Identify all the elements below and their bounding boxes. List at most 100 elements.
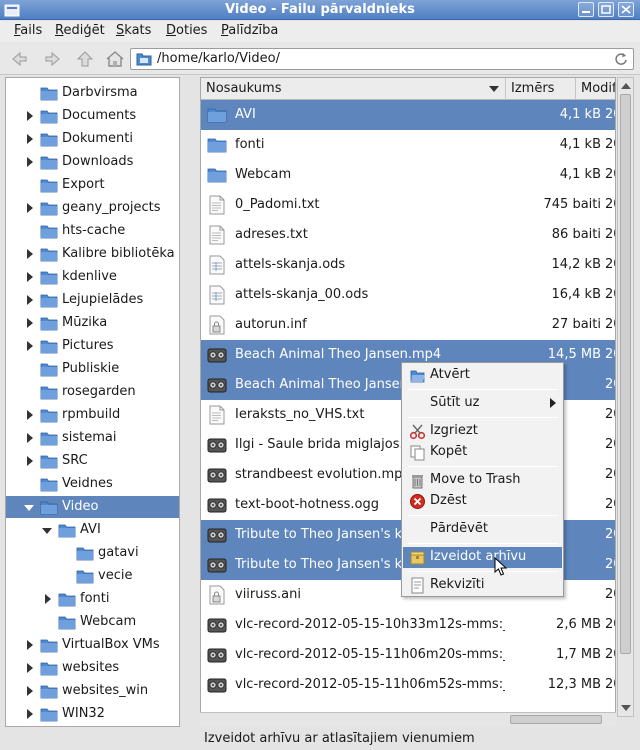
- tree-item-win32[interactable]: WIN32: [6, 703, 179, 725]
- music-folder-icon: [40, 315, 58, 331]
- tree-item-lejupielādes[interactable]: Lejupielādes: [6, 289, 179, 311]
- file-row[interactable]: vlc-record-2012-05-15-10h33m12s-mms:_ 2,6…: [201, 610, 615, 640]
- tree-item-geany-projects[interactable]: geany_projects: [6, 197, 179, 219]
- expand-arrow-icon[interactable]: [26, 456, 34, 466]
- file-row[interactable]: vlc-record-2012-05-15-11h06m20s-mms:_ 1,7…: [201, 640, 615, 670]
- file-row[interactable]: autorun.inf 27 baiti 2010-: [201, 310, 615, 340]
- archive-icon: [410, 551, 425, 565]
- tree-item-fonti[interactable]: fonti: [6, 588, 179, 610]
- tree-item-veidnes[interactable]: Veidnes: [6, 473, 179, 495]
- expand-arrow-icon[interactable]: [26, 318, 34, 328]
- menu-item-dzēst[interactable]: Dzēst: [403, 491, 562, 512]
- tree-item-rosegarden[interactable]: rosegarden: [6, 381, 179, 403]
- back-icon[interactable]: [8, 49, 30, 69]
- menu-palidziba[interactable]: Palīdzība: [221, 23, 278, 38]
- menu-item-rekvizīti[interactable]: Rekvizīti: [403, 575, 562, 596]
- tree-item-video[interactable]: Video: [6, 496, 179, 518]
- tree-item-kdenlive[interactable]: kdenlive: [6, 266, 179, 288]
- mouse-cursor-icon: [494, 557, 508, 576]
- scroll-thumb[interactable]: [620, 94, 631, 654]
- tree-item-sistemai[interactable]: sistemai: [6, 427, 179, 449]
- collapse-arrow-icon[interactable]: [24, 504, 34, 512]
- file-row[interactable]: attels-skanja.ods 14,2 kB 2014-: [201, 250, 615, 280]
- file-row[interactable]: Webcam 4,1 kB 2010-: [201, 160, 615, 190]
- scroll-up-icon[interactable]: [621, 83, 631, 89]
- expand-arrow-icon[interactable]: [26, 640, 34, 650]
- expand-arrow-icon[interactable]: [26, 134, 34, 144]
- tree-item-avi[interactable]: AVI: [6, 519, 179, 541]
- tree-item-pictures[interactable]: Pictures: [6, 335, 179, 357]
- file-name: Beach Animal Theo Jansen.mp4: [235, 347, 442, 362]
- folder-icon: [76, 545, 94, 561]
- tree-item-gatavi[interactable]: gatavi: [6, 542, 179, 564]
- menu-skats[interactable]: Skats: [116, 23, 151, 38]
- file-modified: 2014-: [605, 407, 615, 422]
- column-size[interactable]: Izmērs: [506, 78, 576, 100]
- file-row[interactable]: adreses.txt 86 baiti 2011-: [201, 220, 615, 250]
- menu-item-izveidot-arhīvu[interactable]: Izveidot arhīvu: [403, 547, 562, 568]
- expand-arrow-icon[interactable]: [26, 410, 34, 420]
- tree-item-websites[interactable]: websites: [6, 657, 179, 679]
- expand-arrow-icon[interactable]: [26, 111, 34, 121]
- tree-item-kalibre-bibliotēka[interactable]: Kalibre bibliotēka: [6, 243, 179, 265]
- menu-rediget[interactable]: Rediģēt: [55, 23, 105, 38]
- column-name[interactable]: Nosaukums: [201, 78, 506, 100]
- menu-item-pārdēvēt[interactable]: Pārdēvēt: [403, 519, 562, 540]
- file-row[interactable]: attels-skanja_00.ods 16,4 kB 2012-: [201, 280, 615, 310]
- tree-item-webcam[interactable]: Webcam: [6, 611, 179, 633]
- tree-scrollbar[interactable]: [183, 77, 198, 727]
- scroll-down-icon[interactable]: [621, 705, 631, 711]
- tree-item-dokumenti[interactable]: Dokumenti: [6, 128, 179, 150]
- tree-item-downloads[interactable]: Downloads: [6, 151, 179, 173]
- expand-arrow-icon[interactable]: [26, 433, 34, 443]
- expand-arrow-icon[interactable]: [26, 663, 34, 673]
- tree-item-darbvirsma[interactable]: Darbvirsma: [6, 82, 179, 104]
- file-row[interactable]: fonti 4,1 kB 2013-: [201, 130, 615, 160]
- text-file-icon: [207, 225, 227, 245]
- list-hscrollbar[interactable]: [200, 712, 616, 726]
- menu-item-move-to-trash[interactable]: Move to Trash: [403, 470, 562, 491]
- tree-item-src[interactable]: SRC: [6, 450, 179, 472]
- menu-fails[interactable]: Fails: [14, 23, 42, 38]
- file-row[interactable]: AVI 4,1 kB 2014-: [201, 100, 615, 130]
- reload-icon[interactable]: [613, 51, 629, 67]
- tree-item-mūzika[interactable]: Mūzika: [6, 312, 179, 334]
- tree-item-virtualbox-vms[interactable]: VirtualBox VMs: [6, 634, 179, 656]
- location-bar[interactable]: /home/karlo/Video/: [130, 48, 634, 70]
- file-row[interactable]: 0_Padomi.txt 745 baiti 2014-: [201, 190, 615, 220]
- expand-arrow-icon[interactable]: [26, 295, 34, 305]
- up-icon[interactable]: [74, 49, 96, 69]
- spreadsheet-file-icon: [209, 255, 225, 275]
- list-scrollbar[interactable]: [617, 77, 634, 717]
- title-bar[interactable]: Video - Failu pārvaldnieks: [0, 0, 640, 20]
- menu-doties[interactable]: Doties: [166, 23, 207, 38]
- menu-item-izgriezt[interactable]: Izgriezt: [403, 421, 562, 442]
- close-button[interactable]: [618, 2, 634, 17]
- menu-item-kopēt[interactable]: Kopēt: [403, 442, 562, 463]
- menu-item-sūtīt-uz[interactable]: Sūtīt uz: [403, 393, 562, 414]
- file-row[interactable]: vlc-record-2012-05-15-11h06m52s-mms:_ 12,…: [201, 670, 615, 700]
- expand-arrow-icon[interactable]: [26, 157, 34, 167]
- collapse-arrow-icon[interactable]: [42, 527, 52, 535]
- forward-icon[interactable]: [42, 49, 64, 69]
- tree-item-websites-win[interactable]: websites_win: [6, 680, 179, 702]
- column-modified[interactable]: Modif: [576, 78, 615, 100]
- expand-arrow-icon[interactable]: [26, 249, 34, 259]
- tree-item-rpmbuild[interactable]: rpmbuild: [6, 404, 179, 426]
- expand-arrow-icon[interactable]: [26, 203, 34, 213]
- expand-arrow-icon[interactable]: [26, 686, 34, 696]
- menu-item-atvērt[interactable]: Atvērt: [403, 365, 562, 386]
- minimize-button[interactable]: [578, 2, 594, 17]
- maximize-button[interactable]: [598, 2, 614, 17]
- tree-item-export[interactable]: Export: [6, 174, 179, 196]
- tree-item-hts-cache[interactable]: hts-cache: [6, 220, 179, 242]
- expand-arrow-icon[interactable]: [44, 594, 52, 604]
- expand-arrow-icon[interactable]: [26, 341, 34, 351]
- home-icon[interactable]: [104, 49, 126, 69]
- tree-item-documents[interactable]: Documents: [6, 105, 179, 127]
- expand-arrow-icon[interactable]: [26, 272, 34, 282]
- hscroll-thumb[interactable]: [510, 715, 602, 724]
- tree-item-vecie[interactable]: vecie: [6, 565, 179, 587]
- tree-item-publiskie[interactable]: Publiskie: [6, 358, 179, 380]
- expand-arrow-icon[interactable]: [26, 709, 34, 719]
